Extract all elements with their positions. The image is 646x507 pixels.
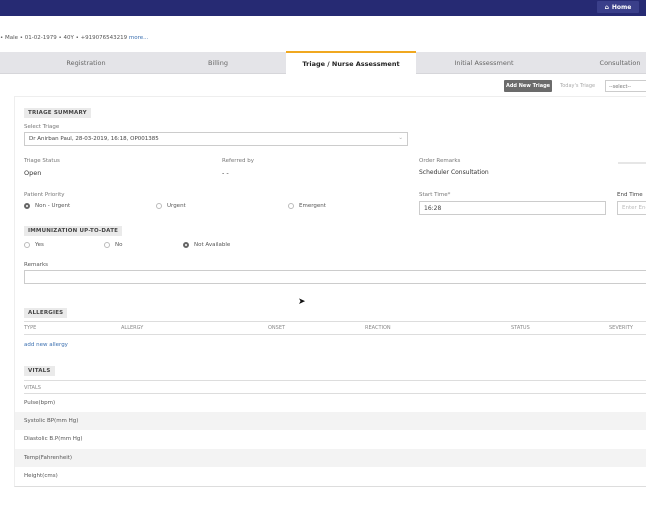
column-type: TYPE (24, 325, 37, 331)
tab-consultation[interactable]: Consultation (560, 52, 646, 74)
start-time-label: Start Time* (419, 192, 451, 198)
immunization-no-radio[interactable]: No (104, 242, 122, 248)
tab-billing[interactable]: Billing (150, 52, 286, 74)
immunization-heading: IMMUNIZATION UP-TO-DATE (24, 226, 123, 236)
triage-status-value: Open (24, 169, 42, 177)
start-time-input[interactable]: 16:28 (419, 201, 606, 215)
todays-triage-select[interactable]: --select-- (605, 80, 646, 92)
divider (618, 162, 646, 164)
top-nav-bar: ⌂ Home (0, 0, 646, 16)
vitals-row-diastolic: Diastolic B.P(mm Hg) (24, 436, 83, 442)
patient-priority-label: Patient Priority (24, 192, 65, 198)
column-allergy: ALLERGY (121, 325, 144, 331)
tab-registration[interactable]: Registration (0, 52, 172, 74)
column-status: STATUS (511, 325, 530, 331)
patient-info: • Male • 01-02-1979 • 40Y • +91907654321… (0, 35, 149, 41)
home-button[interactable]: ⌂ Home (597, 1, 639, 13)
column-reaction: REACTION (365, 325, 391, 331)
immunization-yes-radio[interactable]: Yes (24, 242, 44, 248)
radio-icon (156, 203, 162, 209)
tab-initial-assessment[interactable]: Initial Assessment (416, 52, 552, 74)
vitals-table-header: VITALS (24, 380, 646, 394)
priority-urgent-radio[interactable]: Urgent (156, 203, 186, 209)
vitals-row-pulse: Pulse(bpm) (24, 400, 56, 406)
radio-icon (288, 203, 294, 209)
vitals-row-temp: Temp(Fahrenheit) (15, 449, 646, 467)
select-triage-dropdown[interactable]: Dr Anirban Paul, 28-03-2019, 16:18, OP00… (24, 132, 408, 146)
tab-bar: Registration Billing Triage / Nurse Asse… (0, 51, 646, 74)
add-new-triage-button[interactable]: Add New Triage (504, 80, 552, 92)
end-time-input[interactable]: Enter End Time (617, 201, 646, 215)
triage-summary-heading: TRIAGE SUMMARY (24, 108, 91, 118)
radio-checked-icon (183, 242, 189, 248)
vitals-row-systolic: Systolic BP(mm Hg) (15, 412, 646, 430)
select-triage-label: Select Triage (24, 124, 60, 130)
order-remarks-label: Order Remarks (419, 158, 461, 164)
mouse-cursor-icon: ➤ (298, 297, 306, 307)
allergies-table-header (24, 321, 646, 335)
allergies-heading: ALLERGIES (24, 308, 68, 318)
radio-checked-icon (24, 203, 30, 209)
radio-icon (24, 242, 30, 248)
end-time-label: End Time (617, 192, 643, 198)
tab-triage[interactable]: Triage / Nurse Assessment (286, 51, 416, 74)
todays-triage-label: Today's Triage (560, 83, 596, 89)
remarks-label: Remarks (24, 262, 48, 268)
add-new-allergy-link[interactable]: add new allergy (24, 342, 68, 348)
radio-icon (104, 242, 110, 248)
more-link[interactable]: more... (129, 35, 149, 41)
column-severity: SEVERITY (609, 325, 633, 331)
immunization-not-available-radio[interactable]: Not Available (183, 242, 230, 248)
vitals-row-height: Height(cms) (24, 473, 58, 479)
referred-by-value: - - (222, 169, 229, 177)
column-onset: ONSET (268, 325, 286, 331)
order-remarks-value: Scheduler Consultation (419, 169, 489, 176)
triage-status-label: Triage Status (24, 158, 60, 164)
priority-non-urgent-radio[interactable]: Non - Urgent (24, 203, 70, 209)
chevron-down-icon: ⌄ (398, 135, 403, 141)
vitals-heading: VITALS (24, 366, 55, 376)
remarks-input[interactable] (24, 270, 646, 284)
priority-emergent-radio[interactable]: Emergent (288, 203, 326, 209)
home-icon: ⌂ (604, 3, 609, 11)
referred-by-label: Referred by (222, 158, 254, 164)
